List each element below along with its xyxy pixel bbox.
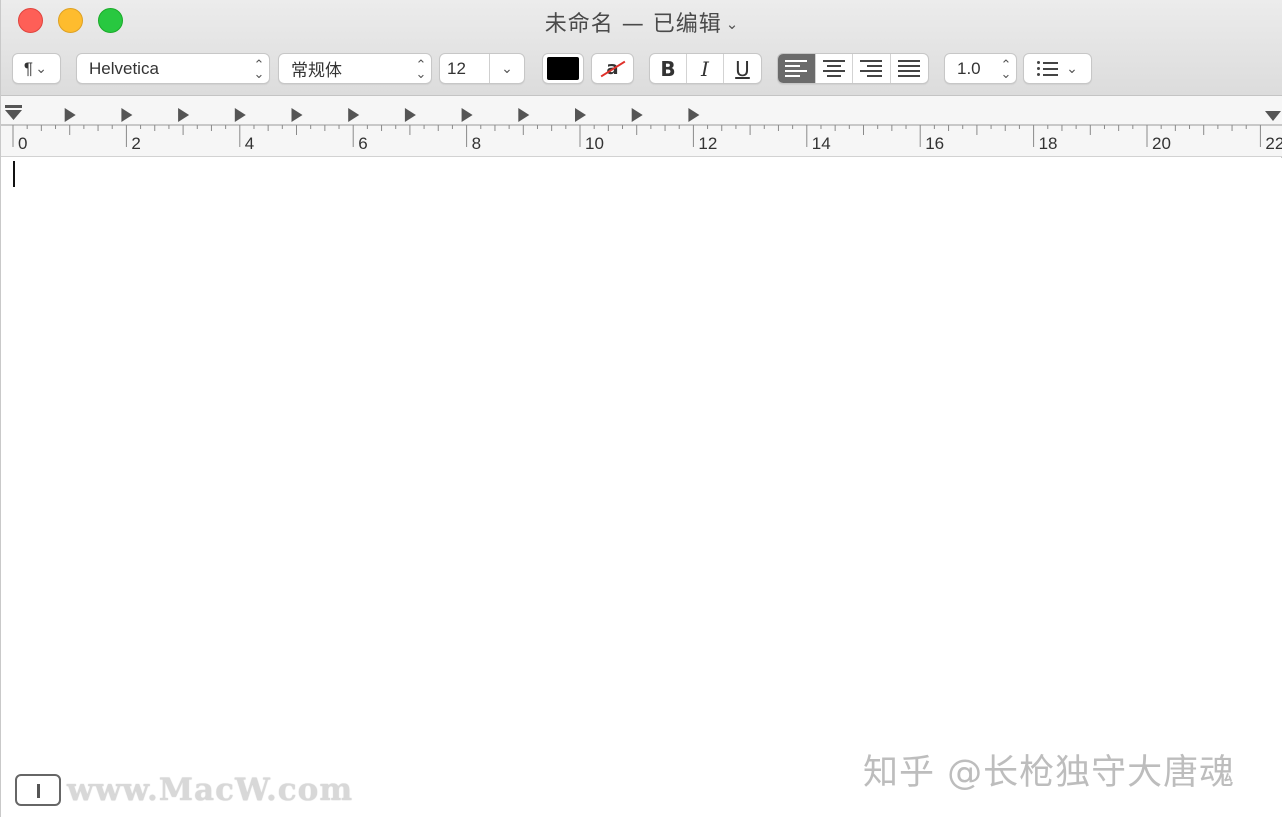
macw-watermark: www.MacW.com — [15, 772, 353, 808]
updown-arrows-icon: ⌃ ⌄ — [253, 56, 265, 81]
tab-stop-marker — [518, 108, 530, 122]
align-justify-button[interactable] — [891, 54, 928, 83]
tab-stop-marker — [575, 108, 586, 122]
title-toolbar: 未命名 — 已编辑 ⌄ ¶ ⌄ Helvetica ⌃ ⌄ 常规体 ⌃ ⌄ 12 ⌄ … — [1, 0, 1282, 96]
line-spacing-value: 1.0 — [957, 58, 981, 78]
text-background-color-well[interactable]: a — [591, 53, 634, 84]
ruler[interactable]: 0 2 4 6 8 10 12 14 16 18 20 22 — [1, 96, 1282, 157]
tab-stop-marker — [461, 108, 473, 122]
list-bullets-popup[interactable]: ⌄ — [1023, 53, 1092, 84]
tab-stop-marker — [404, 108, 416, 122]
paragraph-icon: ¶ — [23, 58, 34, 78]
alignment-segmented — [777, 53, 929, 84]
window-title-text: 未命名 — 已编辑 — [544, 12, 722, 37]
ruler-number: 12 — [698, 134, 718, 153]
updown-arrows-icon: ⌃ ⌄ — [415, 56, 427, 81]
tab-stop-marker — [121, 108, 133, 122]
font-family-value: Helvetica — [89, 58, 159, 78]
italic-button[interactable]: I — [687, 54, 724, 83]
zhihu-watermark: 知乎 @长枪独守大唐魂 — [863, 753, 1236, 793]
ruler-number: 4 — [244, 134, 255, 153]
ruler-number: 20 — [1152, 134, 1171, 153]
ruler-number: 22 — [1265, 134, 1282, 153]
chevron-down-icon: ⌄ — [1066, 60, 1078, 76]
text-color-swatch — [547, 57, 579, 80]
bold-button[interactable]: B — [650, 54, 687, 83]
align-justify-icon — [898, 60, 921, 77]
tab-stop-marker — [291, 108, 303, 122]
tab-stop-marker — [688, 108, 700, 122]
align-center-icon — [822, 60, 845, 77]
font-style-value: 常规体 — [291, 61, 342, 80]
text-color-well[interactable] — [542, 53, 584, 84]
right-margin-marker — [1265, 111, 1281, 121]
tab-stop-marker — [234, 108, 246, 122]
ruler-number: 2 — [131, 134, 141, 153]
ruler-number: 16 — [925, 134, 945, 153]
font-size-value[interactable]: 12 — [440, 54, 490, 83]
align-right-button[interactable] — [853, 54, 891, 83]
bullet-list-icon — [1037, 61, 1059, 76]
ruler-number: 0 — [18, 134, 28, 153]
left-indent-marker — [5, 110, 22, 120]
ruler-number: 8 — [471, 134, 482, 153]
font-style-popup[interactable]: 常规体 ⌃ ⌄ — [278, 53, 432, 84]
tab-stop-marker — [348, 108, 360, 122]
tab-stop-marker — [178, 108, 190, 122]
align-left-button[interactable] — [778, 54, 816, 83]
macw-watermark-text: www.MacW.com — [67, 772, 354, 808]
macw-logo-icon — [15, 774, 61, 806]
align-center-button[interactable] — [816, 54, 853, 83]
first-line-indent-marker — [5, 105, 22, 108]
ruler-number: 14 — [811, 134, 831, 153]
ruler-number: 6 — [358, 134, 368, 153]
text-style-segmented: B I U — [649, 53, 762, 84]
line-spacing-popup[interactable]: 1.0 ⌃ ⌄ — [944, 53, 1017, 84]
window-title[interactable]: 未命名 — 已编辑 ⌄ — [1, 6, 1282, 38]
tab-stop-marker — [64, 108, 76, 122]
tab-stop-marker — [631, 108, 643, 122]
ruler-number: 10 — [585, 134, 604, 153]
chevron-down-icon: ⌄ — [35, 60, 47, 76]
align-left-icon — [785, 60, 808, 77]
chevron-down-icon[interactable]: ⌄ — [490, 60, 524, 77]
ruler-ticks — [1, 105, 1282, 147]
font-size-combobox[interactable]: 12 ⌄ — [439, 53, 525, 84]
document-text-area[interactable] — [2, 158, 1282, 817]
updown-arrows-icon: ⌃ ⌄ — [1000, 56, 1012, 81]
align-right-icon — [860, 60, 883, 77]
chevron-down-icon: ⌄ — [725, 15, 740, 33]
text-cursor — [13, 161, 15, 187]
underline-button[interactable]: U — [724, 54, 761, 83]
textedit-window: 未命名 — 已编辑 ⌄ ¶ ⌄ Helvetica ⌃ ⌄ 常规体 ⌃ ⌄ 12 ⌄ … — [0, 0, 1282, 817]
ruler-number: 18 — [1038, 134, 1058, 153]
paragraph-styles-button[interactable]: ¶ ⌄ — [12, 53, 61, 84]
font-family-popup[interactable]: Helvetica ⌃ ⌄ — [76, 53, 270, 84]
